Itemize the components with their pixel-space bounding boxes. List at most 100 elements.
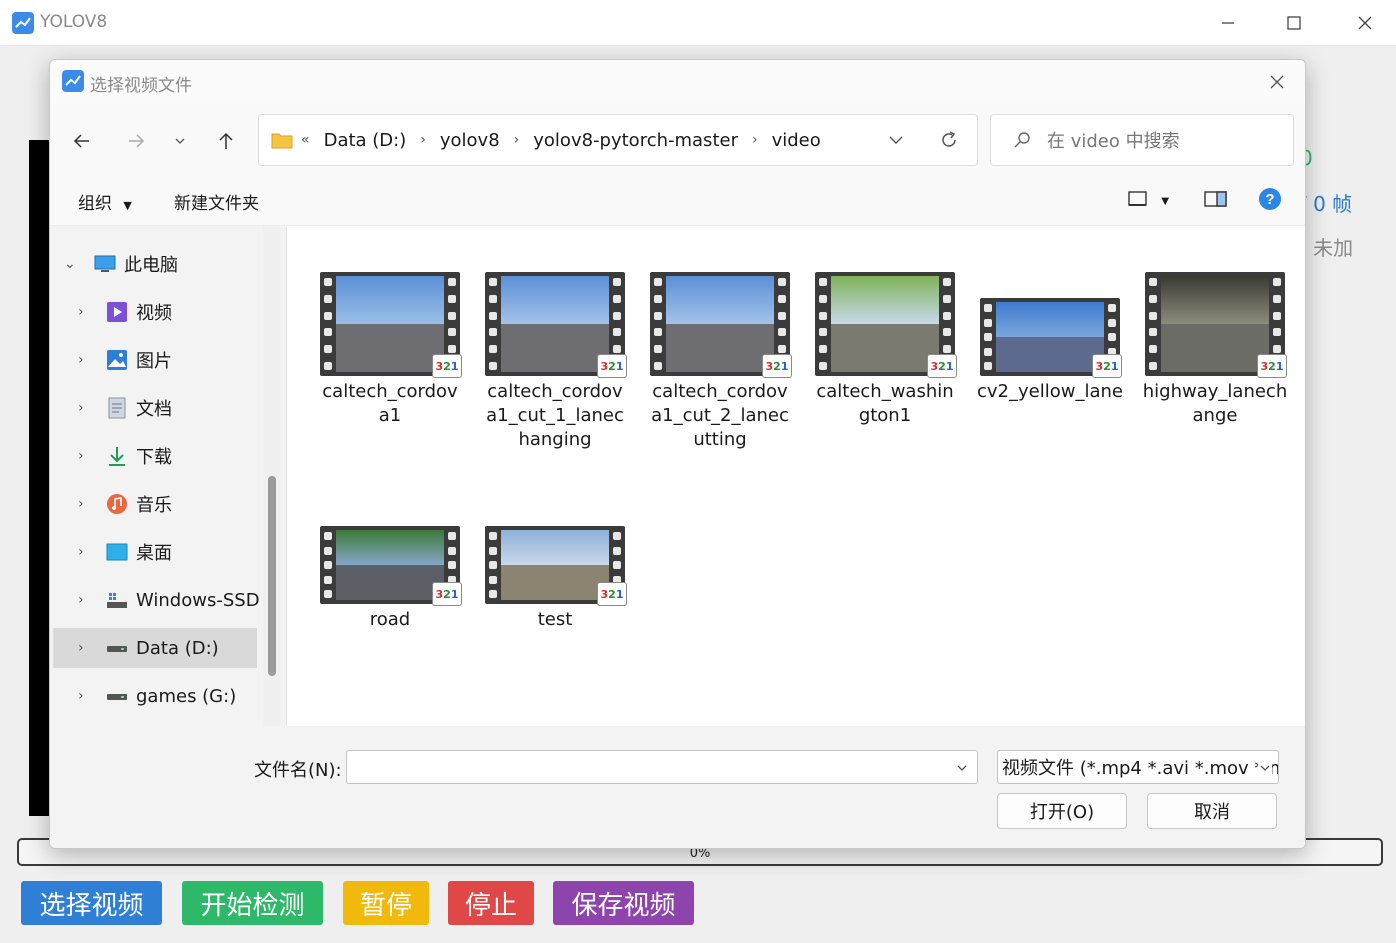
file-type-select[interactable]: 视频文件 (*.mp4 *.avi *.mov *.m — [997, 750, 1279, 784]
chevron-right-icon[interactable]: › — [78, 544, 84, 560]
computer-icon — [94, 255, 116, 272]
video-thumbnail: 321 — [485, 526, 627, 606]
nav-label: 视频 — [136, 303, 172, 324]
svg-text:?: ? — [1265, 191, 1274, 208]
start-detect-button[interactable]: 开始检测 — [182, 881, 323, 925]
nav-item-downloads[interactable]: › 下载 — [50, 436, 260, 476]
close-button[interactable] — [1345, 8, 1385, 38]
organize-button[interactable]: 组织 ▼ — [78, 189, 132, 214]
pictures-icon — [107, 350, 127, 370]
dialog-footer: 文件名(N): 视频文件 (*.mp4 *.avi *.mov *.m 打开(O… — [50, 726, 1305, 848]
nav-label: Windows-SSD — [136, 589, 260, 611]
stop-button[interactable]: 停止 — [448, 881, 534, 925]
chevron-right-icon: › — [751, 132, 758, 148]
media-player-icon: 321 — [597, 354, 627, 378]
file-name: caltech_cordova1 — [322, 381, 458, 426]
select-video-button[interactable]: 选择视频 — [21, 881, 162, 925]
video-thumbnail: 321 — [320, 272, 462, 378]
preview-pane-button[interactable] — [1204, 190, 1228, 213]
media-player-icon: 321 — [1257, 354, 1287, 378]
address-segment[interactable]: yolov8-pytorch-master — [533, 130, 738, 151]
dialog-close-button[interactable] — [1263, 68, 1291, 96]
nav-item-this-pc[interactable]: ⌄ 此电脑 — [50, 244, 260, 284]
address-segment[interactable]: Data (D:) — [324, 130, 407, 151]
search-placeholder: 在 video 中搜索 — [1047, 131, 1180, 152]
media-player-icon: 321 — [927, 354, 957, 378]
nav-item-music[interactable]: › 音乐 — [50, 484, 260, 524]
drive-icon — [107, 646, 127, 652]
file-item[interactable]: 321 highway_lanechange — [1140, 272, 1290, 428]
chevron-right-icon[interactable]: › — [78, 688, 84, 704]
new-folder-button[interactable]: 新建文件夹 — [174, 189, 259, 214]
refresh-icon — [942, 131, 956, 147]
forward-button[interactable] — [118, 126, 154, 156]
maximize-button[interactable] — [1274, 8, 1314, 38]
file-item[interactable]: 321 caltech_cordova1_cut_2_lanecutting — [645, 272, 795, 452]
chevron-right-icon[interactable]: › — [78, 592, 84, 608]
dialog-titlebar: 选择视频文件 — [50, 60, 1305, 104]
help-button[interactable]: ? — [1258, 187, 1282, 216]
file-item[interactable]: 321 caltech_cordova1 — [315, 272, 465, 428]
info-frame-count: / 0 帧 — [1300, 192, 1353, 216]
recent-locations-button[interactable] — [162, 126, 198, 156]
file-item[interactable]: 321 caltech_cordova1_cut_1_lanechanging — [480, 272, 630, 452]
app-title: YOLOV8 — [40, 12, 108, 32]
back-button[interactable] — [64, 126, 100, 156]
address-segment[interactable]: yolov8 — [440, 130, 500, 151]
chevron-right-icon[interactable]: › — [78, 400, 84, 416]
file-item[interactable]: 321 test — [480, 526, 630, 632]
open-button[interactable]: 打开(O) — [997, 793, 1127, 829]
nav-item-data-d[interactable]: › Data (D:) — [53, 628, 257, 668]
video-thumbnail: 321 — [485, 272, 627, 378]
nav-label: 文档 — [136, 399, 172, 420]
address-bar[interactable]: « Data (D:) › yolov8 › yolov8-pytorch-ma… — [258, 114, 978, 166]
nav-scrollbar[interactable] — [263, 226, 281, 726]
cancel-button[interactable]: 取消 — [1147, 793, 1277, 829]
nav-item-games-g[interactable]: › games (G:) — [50, 676, 260, 716]
chevron-right-icon[interactable]: › — [78, 304, 84, 320]
folder-icon — [271, 133, 293, 149]
search-icon — [1014, 132, 1030, 148]
nav-item-desktop[interactable]: › 桌面 — [50, 532, 260, 572]
refresh-button[interactable] — [939, 130, 959, 155]
nav-item-windows-ssd[interactable]: › Windows-SSD — [50, 580, 260, 620]
chevron-right-icon[interactable]: › — [78, 448, 84, 464]
search-input[interactable]: 在 video 中搜索 — [990, 114, 1294, 166]
help-icon: ? — [1259, 188, 1281, 210]
video-thumbnail: 321 — [1145, 272, 1287, 378]
minimize-icon — [1222, 22, 1234, 24]
app-icon — [12, 12, 34, 34]
view-options-button[interactable]: ▼ — [1128, 190, 1169, 213]
chevron-right-icon: › — [513, 132, 520, 148]
minimize-button[interactable] — [1208, 8, 1248, 38]
nav-item-videos[interactable]: › 视频 — [50, 292, 260, 332]
file-name: highway_lanechange — [1142, 381, 1288, 426]
file-item[interactable]: 321 cv2_yellow_lane — [975, 298, 1125, 404]
pause-button[interactable]: 暂停 — [343, 881, 429, 925]
file-name: cv2_yellow_lane — [977, 381, 1123, 402]
chevron-down-icon — [889, 136, 903, 144]
file-item[interactable]: 321 caltech_washington1 — [810, 272, 960, 428]
address-dropdown-button[interactable] — [887, 131, 905, 154]
navigation-pane: ⌄ 此电脑 › 视频 › 图片 › 文档 › 下载 › 音乐 › 桌面 › Wi… — [50, 226, 286, 726]
file-item[interactable]: 321 road — [315, 526, 465, 632]
file-name-input[interactable] — [346, 750, 978, 784]
file-name: road — [369, 609, 411, 630]
file-dialog: 选择视频文件 « Data (D:) › yolov8 › yolov8-pyt… — [49, 59, 1306, 849]
scrollbar-thumb[interactable] — [268, 476, 276, 676]
drive-icon — [107, 593, 127, 608]
chevron-down-icon — [1258, 761, 1272, 775]
address-segment[interactable]: video — [772, 130, 821, 151]
up-button[interactable] — [208, 126, 244, 156]
save-video-button[interactable]: 保存视频 — [553, 881, 694, 925]
chevron-right-icon[interactable]: › — [78, 640, 84, 656]
music-icon — [107, 494, 127, 514]
nav-item-pictures[interactable]: › 图片 — [50, 340, 260, 380]
navigation-bar: « Data (D:) › yolov8 › yolov8-pytorch-ma… — [50, 104, 1305, 176]
address-overflow[interactable]: « — [301, 132, 310, 148]
chevron-down-icon[interactable]: ⌄ — [64, 256, 76, 272]
chevron-right-icon[interactable]: › — [78, 496, 84, 512]
chevron-down-icon — [175, 138, 185, 144]
chevron-right-icon[interactable]: › — [78, 352, 84, 368]
nav-item-documents[interactable]: › 文档 — [50, 388, 260, 428]
